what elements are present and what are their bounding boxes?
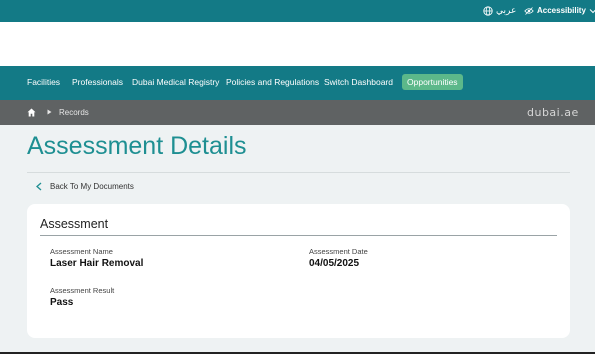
nav-item-professionals[interactable]: Professionals — [72, 77, 123, 87]
breadcrumb-current[interactable]: Records — [59, 108, 89, 117]
assessment-date-label: Assessment Date — [309, 247, 368, 256]
home-icon[interactable] — [27, 108, 36, 117]
dubai-ae-logo[interactable]: dubai.ae — [527, 106, 579, 119]
assessment-card: Assessment Assessment Name Laser Hair Re… — [27, 204, 570, 338]
language-label: عربي — [496, 5, 517, 15]
chevron-left-icon — [36, 182, 42, 191]
chevron-down-icon — [589, 8, 595, 14]
back-link-label: Back To My Documents — [50, 182, 134, 191]
nav-item-policies-and-regulations[interactable]: Policies and Regulations — [226, 77, 319, 87]
header-band — [0, 22, 595, 66]
breadcrumb: Records dubai.ae — [0, 100, 595, 125]
nav-item-switch-dashboard[interactable]: Switch Dashboard — [324, 77, 393, 87]
assessment-result-value: Pass — [50, 297, 74, 308]
card-divider — [40, 235, 557, 236]
accessibility-menu[interactable]: Accessibility — [524, 6, 595, 15]
title-divider — [27, 172, 570, 173]
assessment-date-value: 04/05/2025 — [309, 258, 360, 269]
caret-right-icon — [47, 109, 52, 115]
back-to-documents-link[interactable]: Back To My Documents — [36, 182, 134, 191]
card-title: Assessment — [40, 217, 109, 231]
assessment-name-label: Assessment Name — [50, 247, 113, 256]
main-navigation: Facilities Professionals Dubai Medical R… — [0, 66, 595, 100]
nav-item-facilities[interactable]: Facilities — [27, 77, 60, 87]
globe-icon — [483, 5, 493, 16]
assessment-result-label: Assessment Result — [50, 286, 115, 295]
language-switch[interactable]: عربي — [483, 5, 516, 16]
page-title: Assessment Details — [27, 132, 247, 160]
eye-slash-icon — [524, 6, 534, 15]
accessibility-label: Accessibility — [537, 6, 586, 15]
top-utility-bar: عربي Accessibility — [0, 0, 595, 22]
nav-item-opportunities[interactable]: Opportunities — [402, 74, 463, 90]
assessment-name-value: Laser Hair Removal — [50, 258, 144, 269]
nav-item-dubai-medical-registry[interactable]: Dubai Medical Registry — [132, 77, 219, 87]
